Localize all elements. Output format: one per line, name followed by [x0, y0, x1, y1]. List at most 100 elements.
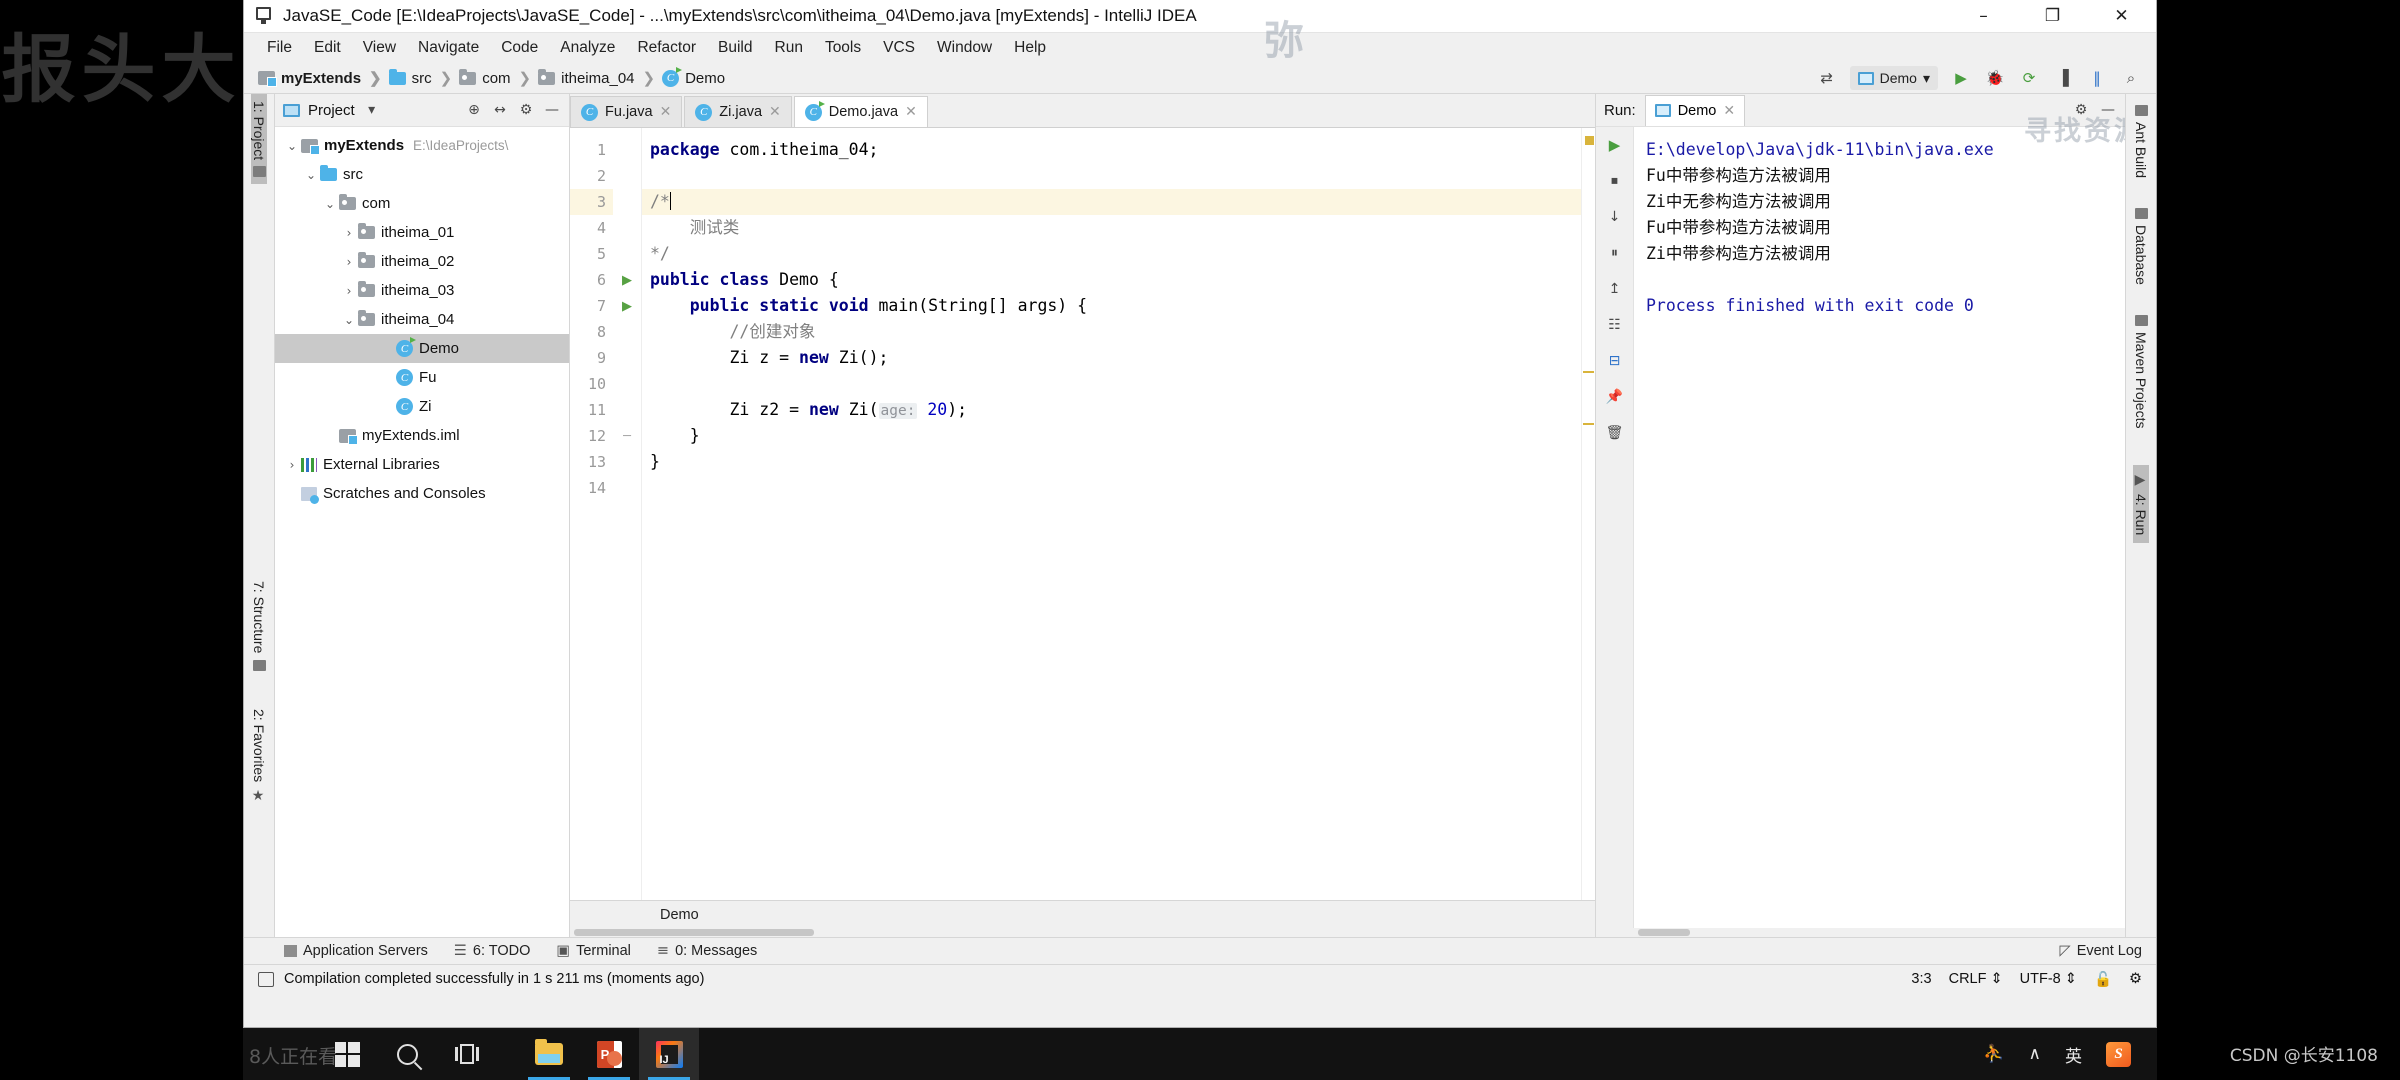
tree-item-fu[interactable]: ›C Fu: [275, 363, 569, 392]
breadcrumb-src[interactable]: src ❯: [388, 68, 460, 87]
code-line[interactable]: [642, 371, 1595, 397]
console-horizontal-scrollbar[interactable]: [1596, 928, 2125, 937]
file-encoding[interactable]: UTF-8 ⇕: [2020, 971, 2077, 987]
code-editor[interactable]: 1 2 3 4 5 6 7 8 9 10 11 12 13 14 ▶ ▶ ─ package com.ithe…: [570, 127, 1595, 900]
gutter-mark[interactable]: [613, 345, 641, 371]
code-line[interactable]: }: [642, 423, 1595, 449]
chevron-right-icon[interactable]: ›: [283, 458, 301, 472]
people-icon[interactable]: ⛹: [1983, 1044, 2004, 1064]
chevron-right-icon[interactable]: ›: [340, 255, 358, 269]
chevron-right-icon[interactable]: ›: [321, 429, 339, 443]
menu-tools[interactable]: Tools: [814, 36, 872, 60]
chevron-right-icon[interactable]: ›: [378, 400, 396, 414]
gutter-mark[interactable]: ▶: [613, 293, 641, 319]
run-tab-demo[interactable]: Demo ✕: [1644, 94, 1746, 126]
taskbar-file-explorer[interactable]: [519, 1028, 579, 1080]
run-gutter-icon[interactable]: ▶: [622, 299, 632, 314]
menu-build[interactable]: Build: [707, 36, 763, 60]
show-hidden-icons[interactable]: ∧: [2029, 1044, 2041, 1064]
collapse-all-icon[interactable]: ↔: [491, 102, 509, 118]
trash-icon[interactable]: 🗑: [1603, 421, 1627, 445]
gutter-mark[interactable]: ▶: [613, 267, 641, 293]
tool-terminal[interactable]: ▣ Terminal: [556, 943, 631, 959]
tree-item-demo[interactable]: ›CDemo: [275, 334, 569, 363]
tree-item-scratches-and-consoles[interactable]: › Scratches and Consoles: [275, 479, 569, 508]
breadcrumb-myextends[interactable]: myExtends ❯: [258, 69, 389, 87]
gutter-mark[interactable]: [613, 371, 641, 397]
editor-tab-demo[interactable]: C Demo.java ✕: [793, 96, 928, 127]
chevron-right-icon[interactable]: ›: [340, 284, 358, 298]
tree-item-itheima-03[interactable]: › itheima_03: [275, 276, 569, 305]
search-icon[interactable]: ⌕: [2120, 67, 2142, 89]
menu-code[interactable]: Code: [490, 36, 549, 60]
tool-application-servers[interactable]: Application Servers: [284, 943, 428, 959]
gutter-mark[interactable]: [613, 475, 641, 501]
tree-item-myextends-iml[interactable]: › myExtends.iml: [275, 421, 569, 450]
chevron-right-icon[interactable]: ›: [378, 371, 396, 385]
code-line[interactable]: Zi z = new Zi();: [642, 345, 1595, 371]
soft-wrap-icon[interactable]: ↥: [1603, 277, 1627, 301]
menu-run[interactable]: Run: [764, 36, 814, 60]
debug-icon[interactable]: 🐞: [1984, 67, 2006, 89]
hide-panel-icon[interactable]: —: [543, 102, 561, 118]
line-separator[interactable]: CRLF ⇕: [1949, 971, 2003, 987]
profile-icon[interactable]: ▐: [2052, 67, 2074, 89]
tool-todo[interactable]: ☰ 6: TODO: [454, 943, 530, 959]
console-output[interactable]: E:\develop\Java\jdk-11\bin\java.exe Fu中带参…: [1634, 127, 2125, 928]
close-icon[interactable]: ✕: [660, 104, 672, 120]
breadcrumb-itheima-04[interactable]: itheima_04 ❯: [538, 68, 662, 87]
tree-item-zi[interactable]: ›C Zi: [275, 392, 569, 421]
menu-view[interactable]: View: [352, 36, 407, 60]
run-configuration-selector[interactable]: Demo ▾: [1849, 66, 1938, 90]
menu-refactor[interactable]: Refactor: [626, 36, 707, 60]
clear-all-icon[interactable]: ⊟: [1603, 349, 1627, 373]
chevron-right-icon[interactable]: ›: [378, 342, 396, 356]
pin-icon[interactable]: 📌: [1603, 385, 1627, 409]
gutter-mark[interactable]: [613, 397, 641, 423]
code-line[interactable]: [642, 475, 1595, 501]
rerun-icon[interactable]: ▶: [1603, 133, 1627, 157]
ime-language-icon[interactable]: 英: [2065, 1042, 2082, 1067]
editor-marker-strip[interactable]: [1581, 128, 1595, 900]
taskbar-intellij-idea[interactable]: [639, 1028, 699, 1080]
run-marker-gutter[interactable]: ▶ ▶ ─: [613, 128, 641, 900]
code-line[interactable]: //创建对象: [642, 319, 1595, 345]
run-icon[interactable]: ▶: [1950, 67, 1972, 89]
menu-help[interactable]: Help: [1003, 36, 1057, 60]
close-icon[interactable]: ✕: [1723, 103, 1735, 119]
sogou-input-icon[interactable]: S: [2106, 1041, 2131, 1067]
chevron-down-icon[interactable]: ⌄: [302, 168, 320, 182]
tool-event-log[interactable]: ◸ Event Log: [2060, 943, 2156, 959]
close-button[interactable]: ✕: [2087, 0, 2156, 33]
gutter-mark[interactable]: [613, 189, 641, 215]
editor-horizontal-scrollbar[interactable]: [570, 928, 1595, 937]
minimize-button[interactable]: –: [1949, 0, 2018, 33]
scroll-to-end-icon[interactable]: ↓: [1603, 205, 1627, 229]
sidebar-item-project[interactable]: 1: Project: [251, 94, 267, 185]
maximize-button[interactable]: ❐: [2018, 0, 2087, 33]
chevron-right-icon[interactable]: ›: [283, 487, 301, 501]
hide-panel-icon[interactable]: —: [2099, 102, 2117, 118]
breadcrumb-com[interactable]: com ❯: [459, 68, 538, 87]
menu-edit[interactable]: Edit: [303, 36, 352, 60]
breadcrumb-demo[interactable]: C Demo: [662, 66, 725, 87]
project-tree[interactable]: ⌄ myExtends E:\IdeaProjects\ ⌄ src ⌄ com › ithei…: [275, 127, 569, 937]
sync-icon[interactable]: ⇄: [1816, 67, 1838, 89]
code-text[interactable]: package com.itheima_04; /* 测试类 */public c…: [641, 128, 1595, 900]
code-fold-icon[interactable]: ─: [623, 429, 631, 444]
chevron-down-icon[interactable]: ⌄: [321, 197, 339, 211]
gutter-mark[interactable]: [613, 241, 641, 267]
menu-window[interactable]: Window: [926, 36, 1003, 60]
close-icon[interactable]: ✕: [905, 104, 917, 120]
tree-item-com[interactable]: ⌄ com: [275, 189, 569, 218]
settings-gear-icon[interactable]: ⚙: [517, 102, 535, 118]
caret-position[interactable]: 3:3: [1911, 971, 1931, 987]
editor-tab-fu[interactable]: C Fu.java ✕: [570, 96, 683, 127]
tree-item-src[interactable]: ⌄ src: [275, 160, 569, 189]
menu-file[interactable]: File: [256, 36, 303, 60]
chevron-right-icon[interactable]: ›: [340, 226, 358, 240]
start-button[interactable]: [317, 1028, 377, 1080]
chevron-down-icon[interactable]: ⌄: [340, 313, 358, 327]
gutter-mark[interactable]: [613, 163, 641, 189]
sidebar-item-maven-projects[interactable]: Maven Projects: [2133, 308, 2149, 435]
